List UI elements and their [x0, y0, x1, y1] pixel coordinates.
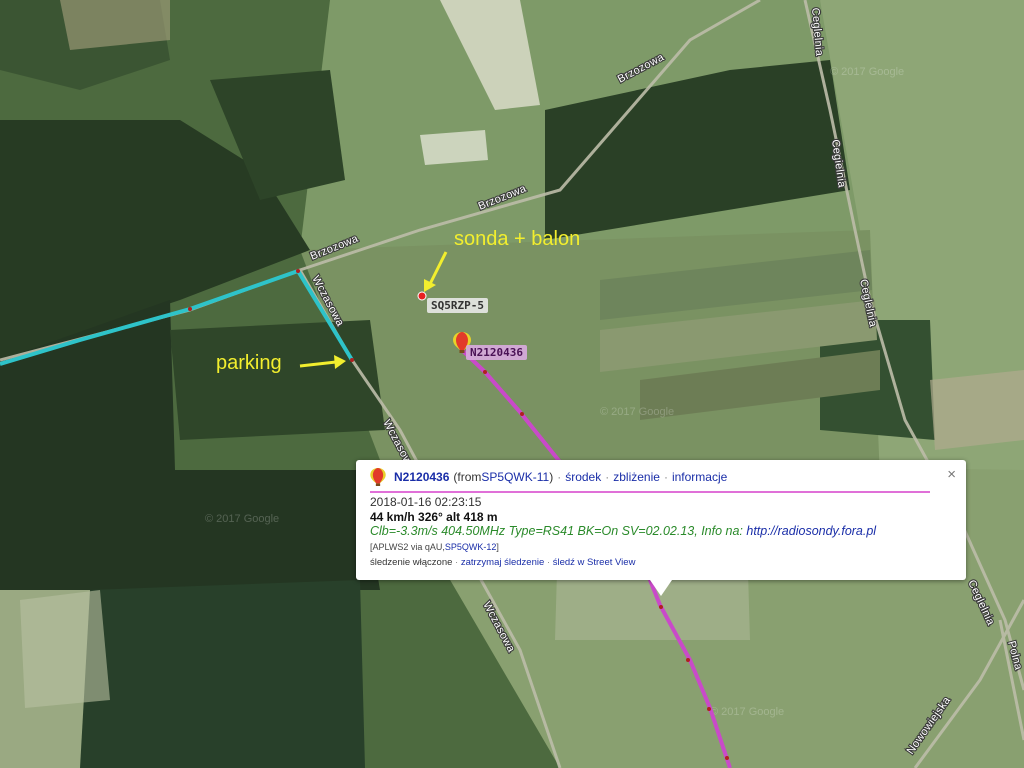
popup-zoom-link[interactable]: zbliżenie	[613, 470, 660, 484]
popup-path-link[interactable]: SP5QWK-12	[445, 542, 497, 552]
popup-from-station-link[interactable]: SP5QWK-11	[481, 470, 549, 484]
balloon-track-point	[483, 370, 487, 374]
stop-tracking-link[interactable]: zatrzymaj śledzenie	[461, 557, 544, 568]
balloon-track-point	[520, 412, 524, 416]
popup-header: N2120436 (from SP5QWK-11 ) · środek · zb…	[370, 468, 930, 486]
annotation-sonda-balon: sonda + balon	[454, 228, 580, 250]
info-popup: × N2120436 (from SP5QWK-11 ) · środek · …	[356, 460, 966, 580]
map-watermark-2: © 2017 Google	[600, 406, 674, 418]
popup-path: [APLWS2 via qAU,SP5QWK-12]	[370, 542, 499, 552]
station-label-balloon[interactable]: N2120436	[466, 345, 527, 360]
popup-tracking-links: śledzenie włączone · zatrzymaj śledzenie…	[370, 557, 636, 568]
balloon-icon	[370, 468, 386, 486]
chase-track-point	[188, 307, 192, 311]
satellite-map[interactable]: © 2017 Google © 2017 Google © 2017 Googl…	[0, 0, 1024, 768]
chase-track-point	[350, 358, 354, 362]
popup-tracking-status: śledzenie włączone	[370, 557, 453, 568]
station-marker[interactable]	[417, 291, 427, 301]
popup-comment-text: Clb=-3.3m/s 404.50MHz Type=RS41 BK=On SV…	[370, 524, 747, 538]
balloon-track-point	[686, 658, 690, 662]
balloon-track-point	[659, 605, 663, 609]
popup-info-link[interactable]: informacje	[672, 470, 727, 484]
map-watermark-1: © 2017 Google	[830, 66, 904, 78]
popup-divider	[370, 491, 930, 493]
balloon-track-point	[725, 756, 729, 760]
map-watermark-4: © 2017 Google	[710, 706, 784, 718]
station-label-sq5rzp[interactable]: SQ5RZP-5	[427, 298, 488, 313]
popup-callsign-link[interactable]: N2120436	[394, 470, 449, 484]
popup-path-prefix: [APLWS2 via qAU,	[370, 542, 445, 552]
popup-speed-altitude: 44 km/h 326° alt 418 m	[370, 510, 498, 524]
annotation-parking: parking	[216, 352, 282, 374]
popup-comment: Clb=-3.3m/s 404.50MHz Type=RS41 BK=On SV…	[370, 524, 876, 538]
popup-center-link[interactable]: środek	[565, 470, 601, 484]
popup-path-suffix: ]	[496, 542, 499, 552]
street-view-link[interactable]: śledź w Street View	[553, 557, 636, 568]
chase-track-point	[296, 269, 300, 273]
popup-comment-link[interactable]: http://radiosondy.fora.pl	[746, 524, 876, 538]
popup-from-prefix: (from	[453, 470, 482, 484]
close-icon[interactable]: ×	[947, 466, 956, 483]
balloon-track-point	[707, 707, 711, 711]
popup-timestamp: 2018-01-16 02:23:15	[370, 495, 482, 509]
popup-from-suffix: )	[549, 470, 554, 484]
map-watermark-3: © 2017 Google	[205, 513, 279, 525]
popup-tail	[650, 580, 672, 596]
